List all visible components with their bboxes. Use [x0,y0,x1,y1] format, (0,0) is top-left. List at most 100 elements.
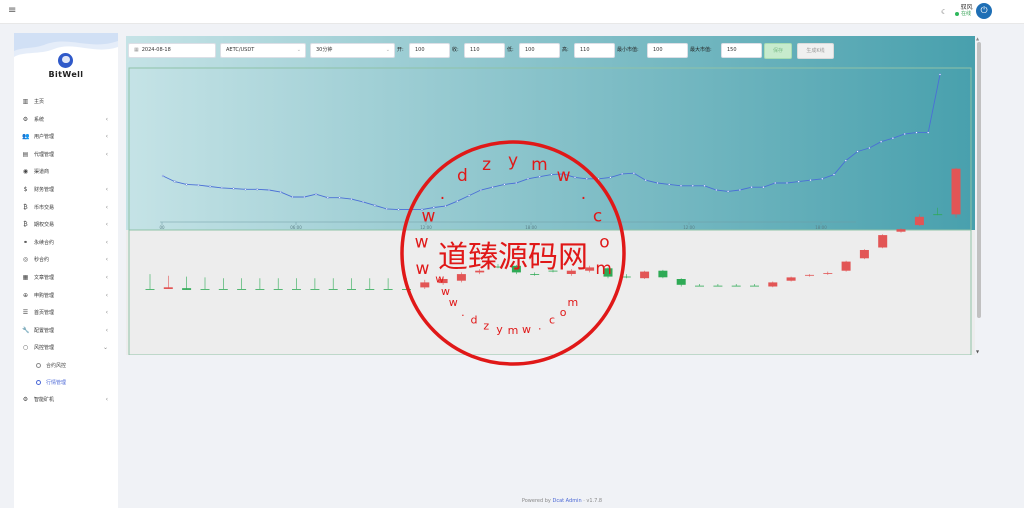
line-point [232,187,235,190]
scrollbar-thumb[interactable] [977,42,981,318]
moon-icon[interactable]: ☾ [941,8,947,16]
line-point [785,181,789,185]
line-point [362,200,365,203]
sidebar-item-label: 代理管理 [34,151,55,158]
brand-logo [58,53,73,68]
candle-body [163,287,173,289]
sidebar-item-bar-chart[interactable]: ▥ 主页 [14,93,118,111]
candle-body [438,279,448,284]
line-point [303,195,306,199]
chevron-left-icon: ‹ [105,115,108,123]
candle-body [658,270,668,278]
line-point [173,180,176,183]
sidebar-item-label: 渠道商 [34,169,50,176]
user-circle-icon: ◉ [22,168,29,176]
candle-body [768,282,778,287]
bitcoin-small-icon: ₿ [23,221,28,229]
candle-body [859,250,869,259]
menu-icon[interactable]: ≡ [8,5,16,17]
globe-icon: ⊕ [22,291,29,299]
sidebar-item-circle[interactable]: ○ 风控管理 ⌄ [14,339,118,357]
chevron-left-icon: ‹ [105,203,108,211]
sidebar-item-user-circle[interactable]: ◉ 渠道商 [14,163,118,181]
candle-body [585,267,595,271]
chevron-down-icon: ⌄ [102,344,108,352]
chevron-left-icon: ‹ [105,221,108,229]
sidebar-item-target[interactable]: ◎ 秒合约 ‹ [14,251,118,269]
sidebar-item-globe[interactable]: ⊕ 申购管理 ‹ [14,287,118,305]
target-icon: ◎ [22,256,29,264]
sidebar-item-bitcoin-small[interactable]: ₿ 期权交易 ‹ [14,216,118,234]
sidebar-item-label: 永续合约 [34,239,55,246]
candle-body [237,289,247,290]
line-point [350,198,353,201]
x-tick-label: 00 [159,225,165,230]
line-point [597,177,600,180]
sidebar-nav: ▥ 主页 ⚙ 系统 ‹ 👥 用户管理 ‹ ▤ 代理管理 ‹ ◉ 渠道商 $ 财务管理 ‹ ₿ 币市交易 ‹ ₿ 期权交易… [14,93,118,409]
sidebar-item-label: 风控管理 [34,345,55,352]
line-point [244,188,247,191]
sidebar-item-bitcoin[interactable]: ₿ 币市交易 ‹ [14,199,118,217]
sidebar-subitem[interactable]: 合约风控 [14,357,118,374]
line-point [326,196,329,199]
sidebar-item-label: 秒合约 [34,257,50,264]
line-point [797,180,800,183]
candle-body [914,216,924,226]
sidebar-item-label: 财务管理 [34,186,55,193]
footer-link[interactable]: Dcat Admin [552,498,581,504]
candle-body [731,285,741,287]
candle-body [896,229,906,232]
line-point [715,188,718,192]
candle-body [933,214,943,216]
power-icon[interactable]: ⏻ [976,3,992,19]
chevron-left-icon: ‹ [105,256,108,264]
sidebar-item-id-card[interactable]: ▤ 代理管理 ‹ [14,146,118,164]
kline-chart[interactable]: 00 06:00 12:00 18:00 12:00 18:00 [126,36,975,355]
line-point [220,186,223,189]
user-group-icon: 👥 [22,133,30,141]
x-tick-label: 18:00 [815,225,827,230]
line-point [938,73,942,76]
line-point [515,181,518,185]
line-point [656,181,659,185]
candle-body [273,289,283,290]
candle-body [511,265,521,273]
line-point [609,176,612,179]
sidebar-item-article[interactable]: ▦ 文章管理 ‹ [14,269,118,287]
scrollbar[interactable]: ▲ ▼ [976,36,982,355]
candle-body [640,271,650,279]
sidebar-item-robot[interactable]: ⚙ 智能矿机 ‹ [14,391,118,409]
sidebar-item-dollar[interactable]: $ 财务管理 ‹ [14,181,118,199]
wrench-icon: 🔧 [22,326,30,334]
candle-body [566,270,576,274]
sidebar-item-link[interactable]: ⚭ 永续合约 ‹ [14,234,118,252]
chevron-left-icon: ‹ [105,185,108,193]
user-info[interactable]: ㅤ驭风 在线 [955,4,973,18]
sidebar-item-label: 币市交易 [34,204,55,211]
scroll-down-icon[interactable]: ▼ [976,349,979,354]
chevron-left-icon: ‹ [105,150,108,158]
line-point [844,159,847,162]
bitcoin-icon: ₿ [23,203,28,211]
sidebar-item-list[interactable]: ☰ 首页管理 ‹ [14,304,118,322]
sidebar-item-user-group[interactable]: 👥 用户管理 ‹ [14,128,118,146]
line-point [503,183,506,186]
sidebar-subitem-label: 行情管理 [46,379,67,386]
x-tick-label: 12:00 [420,225,432,230]
scroll-up-icon[interactable]: ▲ [976,36,979,41]
candle-body [676,279,686,285]
chevron-left-icon: ‹ [105,291,108,299]
chevron-left-icon: ‹ [105,326,108,334]
sidebar-subitem[interactable]: 行情管理 [14,374,118,391]
footer-prefix: Powered by [521,498,551,504]
footer: Powered by Dcat Admin · v1.7.8 [0,498,1024,504]
user-status: 在线 [955,11,973,18]
line-point [856,150,859,153]
candle-body [218,289,228,290]
sidebar-item-label: 配置管理 [34,327,55,334]
sidebar-item-wrench[interactable]: 🔧 配置管理 ‹ [14,322,118,340]
top-bar: ≡ ☾ ㅤ驭风 在线 ⏻ [0,0,1024,24]
candle-body [365,289,375,290]
candle-body [493,266,503,268]
sidebar-item-gear[interactable]: ⚙ 系统 ‹ [14,111,118,129]
